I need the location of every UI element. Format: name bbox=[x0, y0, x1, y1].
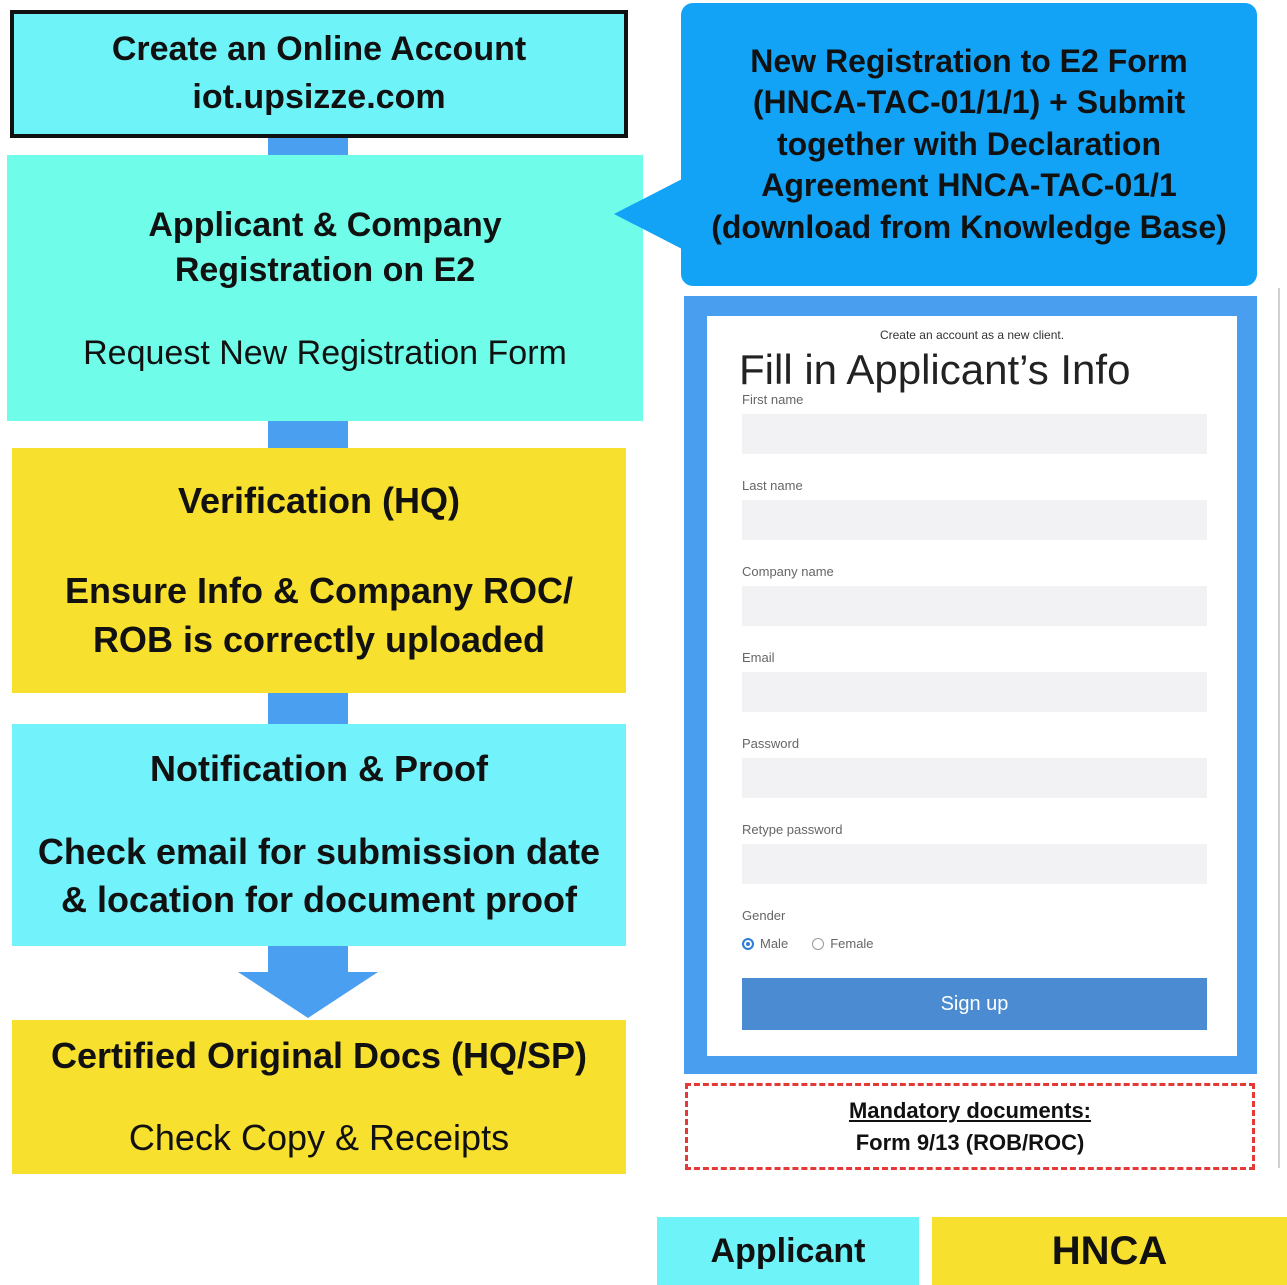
connector-4 bbox=[268, 946, 348, 972]
step-title-line2: Registration on E2 bbox=[174, 250, 476, 289]
callout-line: Agreement HNCA-TAC-01/1 bbox=[761, 167, 1177, 204]
callout-line: (download from Knowledge Base) bbox=[711, 208, 1227, 245]
step-notification: Notification & Proof Check email for sub… bbox=[12, 724, 626, 946]
step-line1: Ensure Info & Company ROC/ bbox=[64, 570, 574, 612]
step-title: Notification & Proof bbox=[150, 748, 488, 790]
step-subtitle: Check Copy & Receipts bbox=[128, 1117, 510, 1158]
callout-line: New Registration to E2 Form bbox=[750, 42, 1188, 79]
male-label: Male bbox=[760, 936, 789, 951]
callout-bubble: New Registration to E2 Form (HNCA-TAC-01… bbox=[681, 3, 1257, 286]
step-line2: & location for document proof bbox=[61, 879, 577, 921]
mandatory-title: Mandatory documents: bbox=[848, 1097, 1092, 1123]
callout-line: (HNCA-TAC-01/1/1) + Submit bbox=[752, 84, 1186, 121]
password-label: Password bbox=[742, 736, 800, 751]
step-verification: Verification (HQ) Ensure Info & Company … bbox=[12, 448, 626, 693]
retype-password-label: Retype password bbox=[742, 822, 843, 837]
gender-options: Male Female bbox=[742, 936, 874, 951]
connector-1 bbox=[268, 138, 348, 155]
legend-hnca: HNCA bbox=[932, 1217, 1287, 1285]
first-name-field[interactable] bbox=[742, 414, 1207, 454]
email-field[interactable] bbox=[742, 672, 1207, 712]
form-heading: Fill in Applicant’s Info bbox=[739, 346, 1131, 393]
step-title-line1: Applicant & Company bbox=[148, 206, 502, 245]
company-name-label: Company name bbox=[742, 564, 834, 579]
company-name-field[interactable] bbox=[742, 586, 1207, 626]
connector-3 bbox=[268, 693, 348, 724]
scrollbar bbox=[1278, 288, 1280, 1168]
step-certified: Certified Original Docs (HQ/SP) Check Co… bbox=[12, 1020, 626, 1174]
step-title: Verification (HQ) bbox=[177, 479, 461, 521]
signup-form: Create an account as a new client. Fill … bbox=[707, 316, 1237, 1056]
step-subtitle: iot.upsizze.com bbox=[192, 78, 446, 116]
male-radio[interactable] bbox=[742, 937, 754, 950]
callout-pointer bbox=[614, 178, 684, 250]
female-label: Female bbox=[830, 936, 874, 951]
legend-applicant: Applicant bbox=[657, 1217, 919, 1285]
sign-up-button[interactable]: Sign up bbox=[742, 978, 1207, 1030]
step-create-account: Create an Online Account iot.upsizze.com bbox=[10, 10, 628, 138]
form-small-title: Create an account as a new client. bbox=[879, 328, 1065, 342]
retype-password-field[interactable] bbox=[742, 844, 1207, 884]
last-name-label: Last name bbox=[742, 478, 803, 493]
mandatory-documents: Mandatory documents: Form 9/13 (ROB/ROC) bbox=[685, 1083, 1255, 1170]
step-line2: ROB is correctly uploaded bbox=[92, 618, 546, 660]
step-subtitle: Request New Registration Form bbox=[83, 333, 567, 372]
step-title: Certified Original Docs (HQ/SP) bbox=[50, 1035, 588, 1076]
gender-label: Gender bbox=[742, 908, 786, 923]
email-label: Email bbox=[742, 650, 775, 665]
step-line1: Check email for submission date bbox=[37, 830, 601, 872]
callout-line: together with Declaration bbox=[776, 125, 1162, 162]
female-radio[interactable] bbox=[812, 937, 825, 950]
step-title: Create an Online Account bbox=[111, 30, 527, 69]
last-name-field[interactable] bbox=[742, 500, 1207, 540]
mandatory-item: Form 9/13 (ROB/ROC) bbox=[855, 1129, 1085, 1155]
connector-2 bbox=[268, 421, 348, 448]
password-field[interactable] bbox=[742, 758, 1207, 798]
first-name-label: First name bbox=[742, 392, 804, 407]
arrow-down-icon bbox=[238, 972, 378, 1018]
step-registration: Applicant & Company Registration on E2 R… bbox=[7, 155, 643, 421]
